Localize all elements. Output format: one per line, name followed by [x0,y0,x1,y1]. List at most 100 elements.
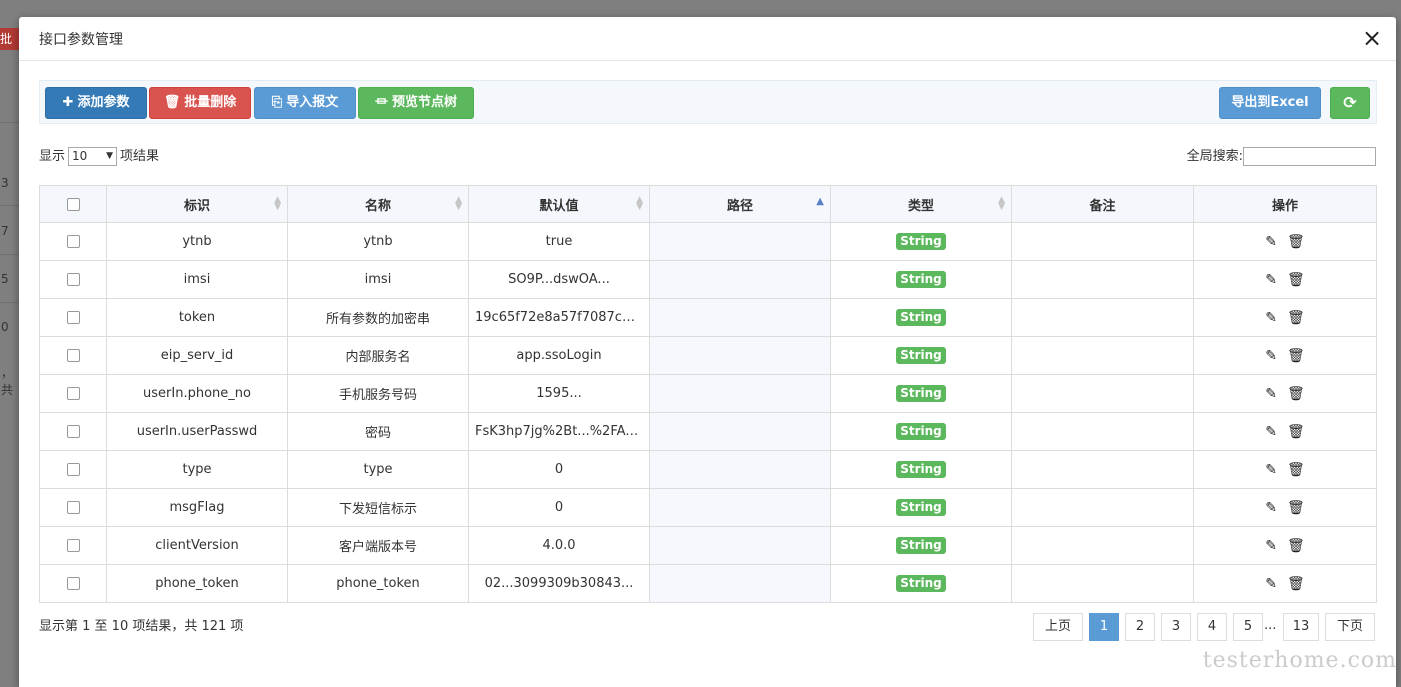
cell-id: token [106,298,288,337]
cell-id: userIn.phone_no [106,374,288,413]
next-page-button[interactable]: 下页 [1325,613,1375,641]
edit-icon[interactable]: ✎ [1265,424,1277,440]
column-header-note: 备注 [1011,185,1194,223]
row-checkbox[interactable] [66,387,80,400]
row-checkbox[interactable] [66,273,80,286]
column-header-name[interactable]: 名称 ▲ ▼ [287,185,469,223]
delete-icon[interactable]: 🗑 [1287,576,1305,592]
import-message-label: 导入报文 [286,95,339,110]
global-search: 全局搜索: [1187,145,1376,166]
page-button[interactable]: 4 [1197,613,1227,641]
column-header-default[interactable]: 默认值 ▲ ▼ [468,185,650,223]
cell-note [1011,222,1194,261]
param-management-modal: 接口参数管理 × ✚ 添加参数 🗑 批量删除 ⎘ 导入报文 ⏛ 预览节点树 导出到Exc… [19,17,1396,687]
batch-delete-button[interactable]: 🗑 批量删除 [149,87,251,119]
add-param-button[interactable]: ✚ 添加参数 [45,87,147,119]
page-button[interactable]: 3 [1161,613,1191,641]
cell-id: eip_serv_id [106,336,288,375]
cell-type: String [830,298,1012,337]
cell-name: ytnb [287,222,469,261]
edit-icon[interactable]: ✎ [1265,310,1277,326]
edit-icon[interactable]: ✎ [1265,272,1277,288]
row-checkbox[interactable] [66,349,80,362]
page-button[interactable]: 5 [1233,613,1263,641]
column-header-path[interactable]: 路径 ▲ [649,185,831,223]
type-badge: String [896,423,946,440]
cell-default: app.ssoLogin [468,336,650,375]
cell-name: 下发短信标示 [287,488,469,527]
row-checkbox[interactable] [66,235,80,248]
page-button[interactable]: 1 [1089,613,1119,641]
cell-actions: ✎ 🗑 [1193,412,1377,451]
delete-icon[interactable]: 🗑 [1287,348,1305,364]
search-label: 全局搜索: [1186,149,1243,164]
column-header-actions: 操作 [1193,185,1377,223]
cell-type: String [830,450,1012,489]
cell-note [1011,336,1194,375]
column-header-label: 路径 [726,198,753,214]
table-info: 显示第 1 至 10 项结果，共 121 项 [39,619,244,634]
row-checkbox[interactable] [66,501,80,514]
delete-icon[interactable]: 🗑 [1287,538,1305,554]
cell-note [1011,298,1194,337]
cell-actions: ✎ 🗑 [1193,298,1377,337]
page-button-last[interactable]: 13 [1283,613,1319,641]
edit-icon[interactable]: ✎ [1265,462,1277,478]
column-header-id[interactable]: 标识 ▲ ▼ [106,185,288,223]
edit-icon[interactable]: ✎ [1265,538,1277,554]
row-checkbox[interactable] [66,539,80,552]
column-header-label: 名称 [364,198,391,214]
modal-header: 接口参数管理 × [19,17,1396,61]
page-length-value: 10 [72,149,88,163]
cell-type: String [830,488,1012,527]
edit-icon[interactable]: ✎ [1265,386,1277,402]
cell-path [649,298,831,337]
delete-icon[interactable]: 🗑 [1287,272,1305,288]
cell-id: phone_token [106,564,288,603]
batch-delete-label: 批量删除 [184,95,237,110]
export-excel-button[interactable]: 导出到Excel [1219,87,1321,119]
cell-path [649,564,831,603]
row-checkbox[interactable] [66,425,80,438]
background-row-number: 7 [1,224,9,238]
delete-icon[interactable]: 🗑 [1287,500,1305,516]
cell-path [649,260,831,299]
close-icon[interactable]: × [1362,26,1382,50]
row-select-cell [39,336,107,375]
type-badge: String [896,499,946,516]
prev-page-button[interactable]: 上页 [1033,613,1083,641]
row-checkbox[interactable] [66,463,80,476]
delete-icon[interactable]: 🗑 [1287,310,1305,326]
select-all-cell [39,185,107,223]
table-row: token 所有参数的加密串 19c65f72e8a57f7087c8d14..… [39,298,1377,337]
refresh-icon[interactable]: ⟳ [1330,87,1370,119]
delete-icon[interactable]: 🗑 [1287,386,1305,402]
cell-actions: ✎ 🗑 [1193,450,1377,489]
column-header-type[interactable]: 类型 ▲ ▼ [830,185,1012,223]
row-select-cell [39,564,107,603]
edit-icon[interactable]: ✎ [1265,348,1277,364]
cell-note [1011,374,1194,413]
delete-icon[interactable]: 🗑 [1287,424,1305,440]
search-input[interactable] [1243,147,1376,166]
type-badge: String [896,233,946,250]
length-prefix: 显示 [39,149,66,164]
cell-path [649,336,831,375]
row-checkbox[interactable] [66,311,80,324]
import-message-button[interactable]: ⎘ 导入报文 [254,87,356,119]
edit-icon[interactable]: ✎ [1265,576,1277,592]
delete-icon[interactable]: 🗑 [1287,462,1305,478]
page-length-select[interactable]: 10 ▼ [68,147,118,166]
type-badge: String [896,575,946,592]
cell-type: String [830,336,1012,375]
cell-note [1011,450,1194,489]
background-divider [0,254,20,255]
page-button[interactable]: 2 [1125,613,1155,641]
delete-icon[interactable]: 🗑 [1287,234,1305,250]
row-checkbox[interactable] [66,577,80,590]
select-all-checkbox[interactable] [66,197,80,211]
preview-tree-button[interactable]: ⏛ 预览节点树 [358,87,474,119]
edit-icon[interactable]: ✎ [1265,234,1277,250]
edit-icon[interactable]: ✎ [1265,500,1277,516]
table-row: eip_serv_id 内部服务名 app.ssoLogin String ✎ 🗑 [39,336,1377,375]
